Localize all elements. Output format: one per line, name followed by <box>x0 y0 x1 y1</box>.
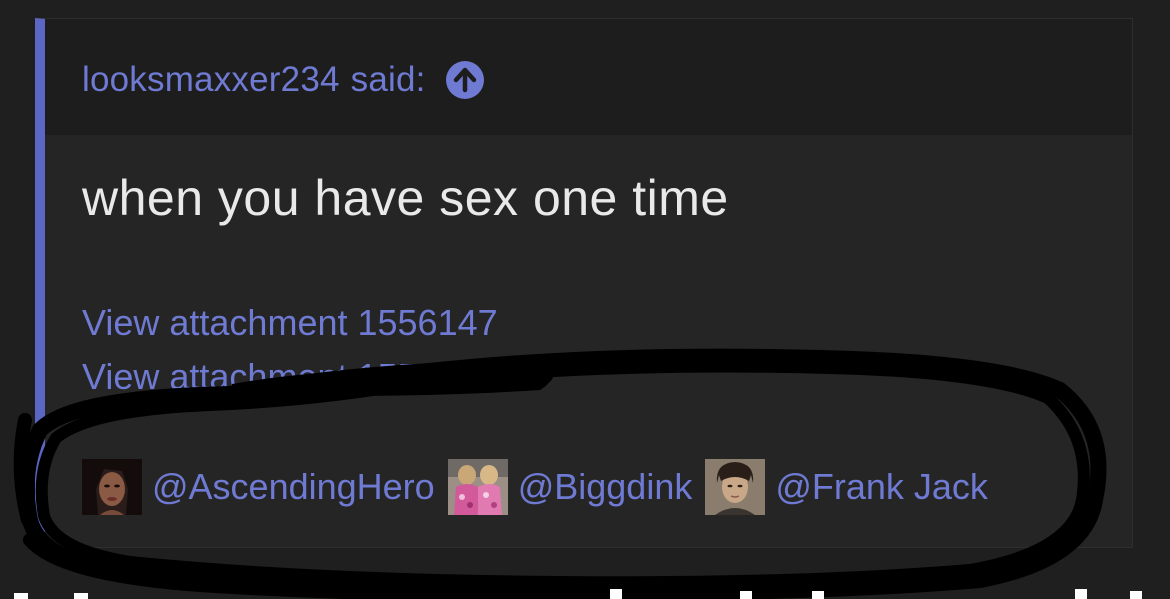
next-text-cutoff <box>0 575 1170 599</box>
avatar <box>447 459 508 515</box>
mentions-row: @AscendingHero @Biggdink @Frank Jack <box>82 459 1001 515</box>
attachment-link-2[interactable]: View attachment 1556 <box>82 356 438 398</box>
avatar <box>82 459 142 515</box>
quote-author-name[interactable]: looksmaxxer234 <box>82 60 340 100</box>
mention-name[interactable]: @Biggdink <box>518 466 693 508</box>
mention-name[interactable]: @AscendingHero <box>152 466 435 508</box>
avatar <box>705 459 766 515</box>
attachment-link-1[interactable]: View attachment 1556147 <box>82 302 498 344</box>
mention-frank-jack[interactable]: @Frank Jack <box>705 459 988 515</box>
mention-ascendinghero[interactable]: @AscendingHero <box>82 459 435 515</box>
arrow-up-circle-icon[interactable] <box>445 61 484 99</box>
mention-biggdink[interactable]: @Biggdink <box>447 459 693 515</box>
quote-body-text: when you have sex one time <box>82 170 729 226</box>
quote-said-label: said: <box>350 60 426 99</box>
mention-name[interactable]: @Frank Jack <box>775 466 988 508</box>
forum-post-page: looksmaxxer234 said: when you have sex o… <box>0 0 1170 599</box>
quote-author-line: looksmaxxer234 said: <box>82 57 484 103</box>
quote-block: looksmaxxer234 said: when you have sex o… <box>35 18 1133 548</box>
